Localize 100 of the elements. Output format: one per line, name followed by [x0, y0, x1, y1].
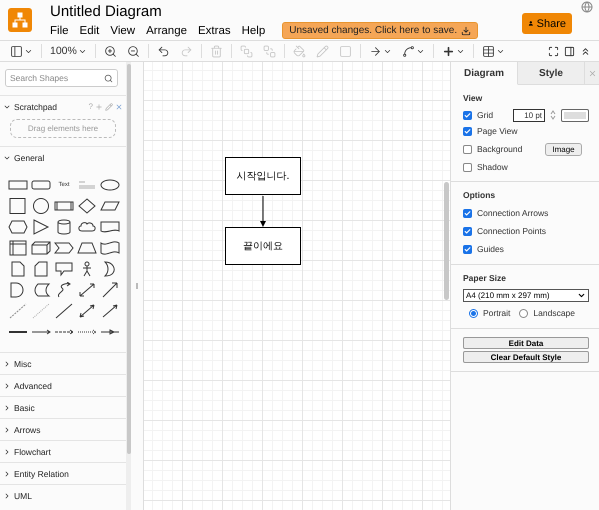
- section-title: Paper Size: [463, 273, 507, 283]
- caret-icon: [577, 291, 586, 300]
- arrow-icon: [368, 44, 382, 58]
- radio-label: Landscape: [533, 308, 575, 318]
- to-back-icon: [262, 44, 276, 58]
- table-icon: [482, 44, 495, 58]
- menu-item[interactable]: File: [50, 22, 74, 38]
- checkbox[interactable]: [463, 208, 472, 218]
- menu-item[interactable]: Edit: [80, 22, 104, 38]
- radio-button[interactable]: [519, 308, 528, 318]
- paint-bucket-icon: [292, 44, 306, 58]
- line-icon[interactable]: [54, 302, 74, 318]
- share-button[interactable]: Share: [522, 13, 572, 34]
- undo-icon: [156, 44, 170, 58]
- caret-icon[interactable]: [3, 470, 11, 478]
- search-field[interactable]: Search Shapes: [5, 69, 118, 87]
- caret-icon[interactable]: [3, 426, 11, 434]
- panel-button[interactable]: Edit Data: [463, 337, 589, 349]
- pencil-icon: [316, 44, 329, 58]
- checkbox[interactable]: [463, 244, 472, 254]
- checkbox-label: Grid: [477, 110, 494, 120]
- section-title: Options: [463, 190, 496, 200]
- panel-tab[interactable]: Style: [518, 62, 585, 85]
- trash-icon: [210, 44, 223, 58]
- resize-handle[interactable]: [136, 283, 138, 289]
- globe-icon[interactable]: [581, 1, 593, 13]
- scrollbar-thumb[interactable]: [126, 64, 130, 454]
- diagram-node[interactable]: 끝이에요: [225, 227, 301, 265]
- checkbox[interactable]: [463, 110, 472, 120]
- zoom-in-icon: [104, 44, 117, 58]
- waypoint-icon: [402, 44, 415, 58]
- square-icon: [338, 44, 352, 58]
- to-front-icon: [240, 44, 253, 58]
- checkbox-label: Connection Points: [477, 226, 546, 236]
- dotted-line-icon[interactable]: [31, 302, 51, 318]
- user-icon: [528, 18, 534, 29]
- zoom-dropdown[interactable]: 100%: [48, 42, 89, 60]
- square-icon[interactable]: [8, 198, 28, 214]
- menu-item[interactable]: View: [110, 22, 140, 38]
- ellipse-icon[interactable]: [100, 176, 120, 192]
- spinner-icon[interactable]: [550, 109, 556, 121]
- cube-icon[interactable]: [31, 240, 51, 256]
- close-icon[interactable]: [115, 102, 123, 110]
- connector-arrow[interactable]: [259, 196, 267, 227]
- internal-storage-icon[interactable]: [8, 240, 28, 256]
- plus-icon: [442, 44, 455, 58]
- caret-icon[interactable]: [3, 492, 11, 500]
- search-icon: [104, 74, 113, 82]
- checkbox[interactable]: [463, 226, 472, 236]
- image-button[interactable]: Image: [545, 142, 582, 156]
- zoom-out-icon: [126, 44, 140, 58]
- grid-size-field[interactable]: 10 pt: [513, 108, 545, 122]
- caret-icon[interactable]: [3, 404, 11, 412]
- close-icon: [588, 68, 596, 78]
- triangle-icon[interactable]: [31, 218, 51, 234]
- double-arrow-icon[interactable]: [77, 282, 97, 298]
- menu-item[interactable]: Help: [242, 22, 270, 38]
- collapse-icon[interactable]: [580, 46, 591, 56]
- document-icon[interactable]: [100, 218, 120, 234]
- save-notice[interactable]: Unsaved changes. Click here to save.: [282, 22, 478, 39]
- redo-icon: [180, 44, 193, 58]
- checkbox-label: Shadow: [477, 162, 508, 172]
- step-icon[interactable]: [54, 240, 74, 256]
- directional-arrow-icon[interactable]: [100, 302, 120, 318]
- bidirectional-arrow-icon[interactable]: [77, 302, 97, 318]
- scrollbar-thumb[interactable]: [444, 182, 449, 300]
- section-title: View: [463, 93, 484, 103]
- app-logo[interactable]: [8, 8, 32, 32]
- arrow-icon[interactable]: [100, 282, 120, 298]
- checkbox-label: Page View: [477, 126, 518, 136]
- paper-size-select[interactable]: A4 (210 mm x 297 mm): [463, 289, 589, 302]
- menu-item[interactable]: Extras: [198, 22, 236, 38]
- menu-item[interactable]: Arrange: [146, 22, 192, 38]
- download-icon: [461, 26, 472, 36]
- caret-icon[interactable]: [3, 360, 11, 368]
- tape-icon[interactable]: [100, 240, 120, 256]
- checkbox[interactable]: [463, 144, 472, 154]
- dashed-line-icon[interactable]: [8, 302, 28, 318]
- panel-button[interactable]: Clear Default Style: [463, 351, 589, 363]
- diagram-canvas[interactable]: 시작입니다. 끝이에요: [143, 62, 450, 510]
- grid-color-swatch[interactable]: [561, 108, 589, 122]
- radio-label: Portrait: [483, 308, 510, 318]
- checkbox[interactable]: [463, 162, 472, 172]
- caret-icon[interactable]: [3, 448, 11, 456]
- callout-icon[interactable]: [54, 260, 74, 276]
- trapezoid-icon[interactable]: [77, 240, 97, 256]
- checkbox[interactable]: [463, 126, 472, 136]
- fullscreen-icon[interactable]: [548, 46, 559, 56]
- caret-icon[interactable]: [3, 382, 11, 390]
- hexagon-icon[interactable]: [8, 218, 28, 234]
- panel-icon: [10, 44, 23, 58]
- diagram-node[interactable]: 시작입니다.: [225, 157, 301, 195]
- checkbox-label: Guides: [477, 244, 504, 254]
- radio-button[interactable]: [469, 308, 478, 318]
- checkbox-label: Connection Arrows: [477, 208, 548, 218]
- checkbox-label: Background: [477, 144, 522, 154]
- diamond-icon[interactable]: [77, 198, 97, 214]
- format-panel-icon[interactable]: [564, 46, 575, 56]
- circle-icon[interactable]: [31, 198, 51, 214]
- diagram-title[interactable]: Untitled Diagram: [50, 3, 478, 20]
